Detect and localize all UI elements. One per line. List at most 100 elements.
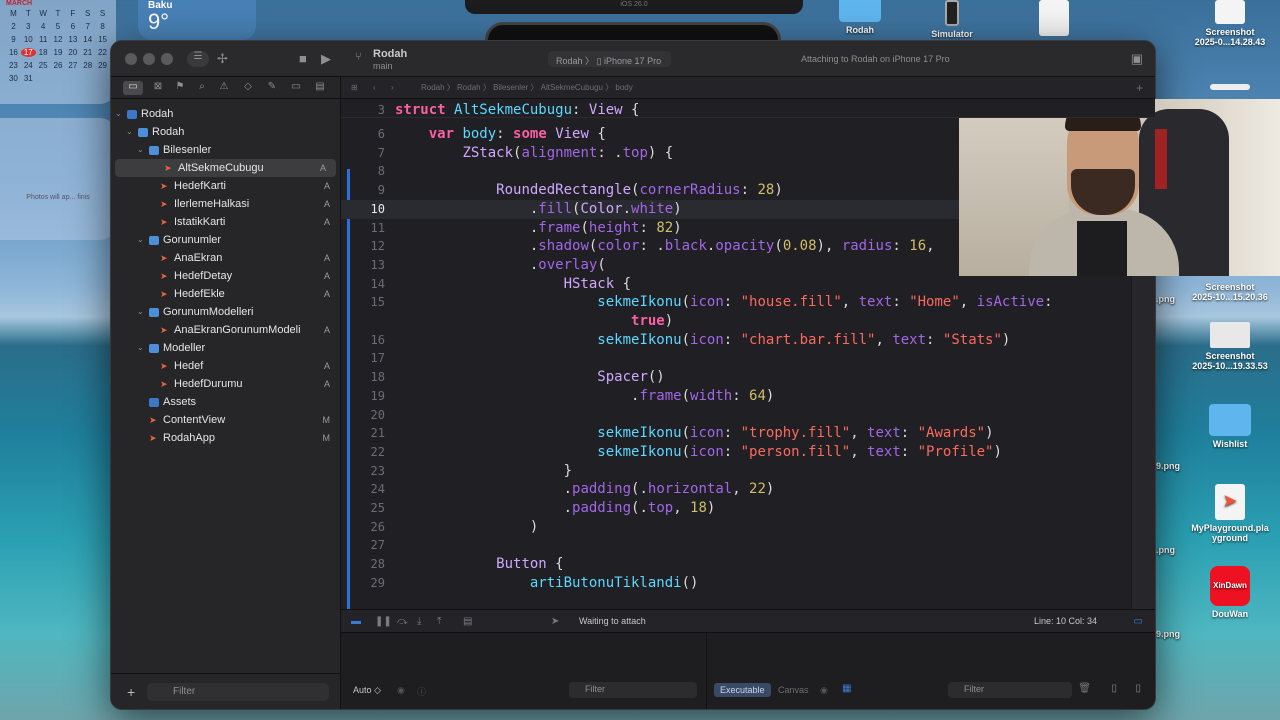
file-tree-row[interactable]: ➤ ContentView M <box>111 411 340 429</box>
console-filter-input[interactable]: Filter <box>948 682 1072 698</box>
code-line[interactable]: 22 sekmeIkonu(icon: "person.fill", text:… <box>341 443 1155 462</box>
calendar-day[interactable]: 6 <box>65 22 80 31</box>
file-tree-row[interactable]: ➤ AltSekmeCubugu A <box>115 159 336 177</box>
file-tree-row[interactable]: ⌄ Rodah <box>111 105 340 123</box>
step-into-icon[interactable]: ⤓ <box>417 616 421 627</box>
code-line[interactable]: 29 artiButonuTiklandi() <box>341 574 1155 593</box>
calendar-widget[interactable]: MARCH M T W T F S S 2 3 4 5 6 7 8 9 10 11 12 13 14 15 16 17 18 1… <box>0 0 116 104</box>
calendar-day[interactable]: 5 <box>51 22 66 31</box>
zoom-window-button[interactable] <box>161 53 173 65</box>
jump-bar-item[interactable]: body <box>615 83 632 92</box>
desktop-icon-screenshot-1[interactable]: Screenshot 2025-0...14.28.43 <box>1190 0 1270 47</box>
photos-widget[interactable]: Photos will ap... finis <box>0 118 116 240</box>
disclosure-chevron-icon[interactable]: ⌄ <box>137 303 144 321</box>
step-over-icon[interactable]: ⤼ <box>397 616 408 627</box>
code-line[interactable]: 25 .padding(.top, 18) <box>341 499 1155 518</box>
split-left-icon[interactable]: ▯ <box>1111 683 1117 694</box>
disclosure-chevron-icon[interactable]: ⌄ <box>137 141 144 159</box>
file-tree-row[interactable]: ➤ HedefKarti A <box>111 177 340 195</box>
desktop-icon-playground[interactable]: ➤ MyPlayground.pla yground <box>1190 484 1270 543</box>
filter-scope-icon[interactable]: ▦ <box>842 683 851 694</box>
variables-scope-selector[interactable]: Auto ◇ <box>353 685 381 696</box>
stop-icon[interactable]: ■ <box>299 51 307 66</box>
desktop-icon-drive[interactable] <box>1190 84 1270 93</box>
source-control-icon[interactable]: ⊠ <box>151 81 165 95</box>
calendar-day[interactable]: 26 <box>51 61 66 70</box>
forward-icon[interactable]: › <box>391 77 394 99</box>
code-line[interactable]: 17 <box>341 349 1155 368</box>
canvas-output-button[interactable]: Canvas <box>778 685 809 695</box>
desktop-icon-file[interactable] <box>1016 0 1092 39</box>
variables-filter-input[interactable]: Filter <box>569 682 697 698</box>
add-file-icon[interactable]: + <box>127 684 135 700</box>
jump-bar-item[interactable]: Rodah <box>421 83 445 92</box>
calendar-day[interactable]: 7 <box>80 22 95 31</box>
calendar-day[interactable]: 3 <box>21 22 36 31</box>
calendar-day[interactable]: 15 <box>95 35 110 44</box>
panel-toggle-icon[interactable]: ▭ <box>1134 616 1143 627</box>
folder-nav-icon[interactable]: ▭ <box>123 81 143 95</box>
file-tree-row[interactable]: ⌄ Modeller <box>111 339 340 357</box>
code-line[interactable]: true) <box>341 312 1155 331</box>
calendar-day[interactable]: 19 <box>51 48 66 57</box>
file-tree-row[interactable]: ➤ RodahApp M <box>111 429 340 447</box>
disclosure-chevron-icon[interactable]: ⌄ <box>115 105 122 123</box>
file-tree-row[interactable]: ⌄ Gorunumler <box>111 231 340 249</box>
calendar-day[interactable]: 13 <box>65 35 80 44</box>
file-tree-row[interactable]: ➤ IstatikKarti A <box>111 213 340 231</box>
minimize-window-button[interactable] <box>143 53 155 65</box>
sidebar-toggle-icon[interactable]: ☰ <box>187 51 209 67</box>
inspector-toggle-icon[interactable]: ▣ <box>1131 51 1143 67</box>
navigator-filter-input[interactable]: Filter <box>147 683 329 701</box>
run-destination-selector[interactable]: Rodah 〉 ▯ iPhone 17 Pro <box>548 51 672 67</box>
scheme-name[interactable]: Rodah <box>373 48 407 60</box>
calendar-day[interactable]: 2 <box>6 22 21 31</box>
file-tree-row[interactable]: ➤ AnaEkranGorunumModeli A <box>111 321 340 339</box>
file-tree-row[interactable]: ⌄ GorunumModelleri <box>111 303 340 321</box>
toggle-debug-area-icon[interactable]: ▬ <box>351 616 361 627</box>
view-hierarchy-icon[interactable]: ▤ <box>463 616 472 627</box>
calendar-day[interactable]: 21 <box>80 48 95 57</box>
disclosure-chevron-icon[interactable]: ⌄ <box>126 123 133 141</box>
file-tree-row[interactable]: ➤ HedefDetay A <box>111 267 340 285</box>
eye-icon[interactable]: ◉ <box>397 685 405 696</box>
desktop-icon-wishlist[interactable]: Wishlist <box>1190 404 1270 449</box>
bookmark-icon[interactable]: ⚑ <box>173 81 187 95</box>
calendar-day[interactable]: 18 <box>36 48 51 57</box>
grid-icon[interactable]: ⊞ <box>351 77 358 99</box>
report-icon[interactable]: ▤ <box>313 81 327 95</box>
code-line[interactable]: 20 <box>341 406 1155 425</box>
calendar-day[interactable]: 17 <box>20 48 36 57</box>
disclosure-chevron-icon[interactable]: ⌄ <box>137 339 144 357</box>
pause-icon[interactable]: ❚❚ <box>375 616 392 627</box>
code-line[interactable]: 28 Button { <box>341 555 1155 574</box>
calendar-day[interactable]: 16 <box>6 48 21 57</box>
code-line[interactable]: 18 Spacer() <box>341 368 1155 387</box>
calendar-day[interactable]: 29 <box>95 61 110 70</box>
code-line[interactable]: 21 sekmeIkonu(icon: "trophy.fill", text:… <box>341 424 1155 443</box>
file-tree-row[interactable]: Assets <box>111 393 340 411</box>
split-right-icon[interactable]: ▯ <box>1135 683 1141 694</box>
weather-widget[interactable]: Baku 9° <box>138 0 256 40</box>
step-out-icon[interactable]: ⤒ <box>437 616 441 627</box>
breakpoint-debug-icon[interactable]: ✎ <box>265 81 279 95</box>
eye-icon[interactable]: ◉ <box>820 685 828 696</box>
file-tree-row[interactable]: ➤ IlerlemeHalkasi A <box>111 195 340 213</box>
code-line[interactable]: 23 } <box>341 462 1155 481</box>
file-tree-row[interactable]: ⌄ Rodah <box>111 123 340 141</box>
code-line[interactable]: 15 sekmeIkonu(icon: "house.fill", text: … <box>341 293 1155 312</box>
file-tree-row[interactable]: ➤ HedefEkle A <box>111 285 340 303</box>
jump-bar-item[interactable]: Bilesenler <box>493 83 528 92</box>
calendar-day[interactable]: 27 <box>65 61 80 70</box>
file-tree-row[interactable]: ➤ AnaEkran A <box>111 249 340 267</box>
close-window-button[interactable] <box>125 53 137 65</box>
jump-bar-item[interactable]: Rodah <box>457 83 481 92</box>
add-editor-icon[interactable]: + <box>1136 77 1143 99</box>
warning-icon[interactable]: ⚠ <box>217 81 231 95</box>
file-tree-row[interactable]: ➤ Hedef A <box>111 357 340 375</box>
debug-nav-icon[interactable]: ✢ <box>217 51 228 67</box>
desktop-icon-rodah[interactable]: Rodah <box>820 0 900 35</box>
calendar-day[interactable]: 31 <box>21 74 36 83</box>
breakpoint-tag-icon[interactable]: ▭ <box>289 81 303 95</box>
code-line[interactable]: 26 ) <box>341 518 1155 537</box>
